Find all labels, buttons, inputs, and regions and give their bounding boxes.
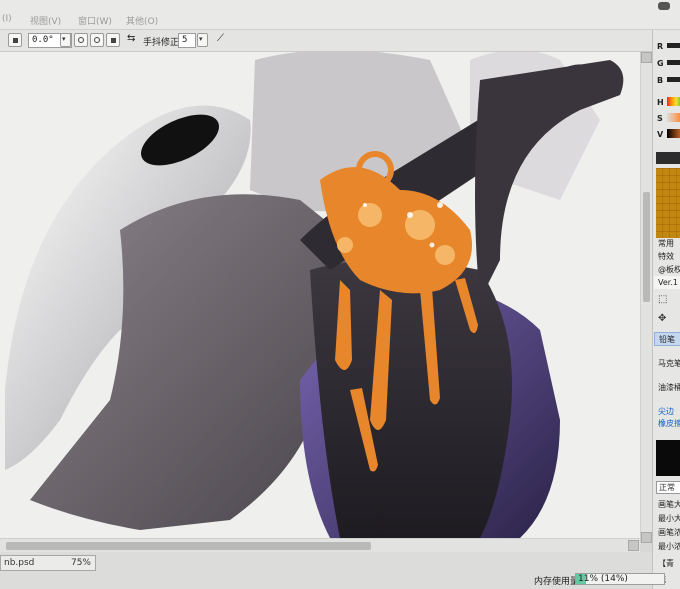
document-filename: nb.psd <box>4 558 35 568</box>
stabilizer-label: 手抖修正 <box>143 38 180 48</box>
slider-label-b: B <box>657 76 664 85</box>
memory-usage-label: 内存使用量 <box>534 577 580 587</box>
stabilizer-input[interactable]: 5 <box>178 33 196 48</box>
red-slider[interactable] <box>667 43 680 48</box>
brush-size-label: 画笔大小 <box>658 500 680 509</box>
menu-item-partial[interactable]: (I) <box>2 14 12 24</box>
tool-options-bar: 0.0° ▾ ⇆ 手抖修正 5 ▾ ⟋ <box>0 30 652 52</box>
memory-usage-bar: 11% (14%) <box>575 573 665 585</box>
document-zoom: 75% <box>70 558 91 568</box>
blue-slider[interactable] <box>667 77 680 82</box>
tool-pencil[interactable]: 铅笔 <box>654 332 680 346</box>
slider-label-s: S <box>657 114 663 123</box>
angle-dropdown-button[interactable]: ▾ <box>60 33 71 47</box>
scroll-down-arrow-icon[interactable] <box>641 532 652 543</box>
slider-label-g: G <box>657 59 664 68</box>
stabilizer-dropdown-button[interactable]: ▾ <box>197 33 208 47</box>
menu-item-window[interactable]: 窗口(W) <box>78 14 112 27</box>
palette-tab-copyright[interactable]: @板权 <box>654 263 680 276</box>
green-slider[interactable] <box>667 60 680 65</box>
color-palette-grid[interactable] <box>656 168 680 238</box>
slider-label-h: H <box>657 98 664 107</box>
horizontal-scroll-thumb[interactable] <box>6 542 371 550</box>
square-option-button[interactable] <box>106 33 120 47</box>
menu-bar: (I) 视图(V) 窗口(W) 其他(O) <box>0 0 680 30</box>
saturation-slider[interactable] <box>667 113 680 122</box>
tool-marker[interactable]: 马克笔 <box>654 357 680 371</box>
shape-square-button[interactable] <box>8 33 22 47</box>
line-tool-icon[interactable]: ⟋ <box>217 33 224 44</box>
select-rect-icon[interactable]: ⬚ <box>658 294 667 305</box>
circle-option-1-button[interactable] <box>74 33 88 47</box>
palette-tab-version[interactable]: Ver.1 <box>654 276 680 289</box>
tool-eraser[interactable]: 橡皮擦 <box>654 417 680 431</box>
palette-tab-common[interactable]: 常用 <box>654 237 680 250</box>
right-side-panel: R G B H S V 常用 特效 @板权 Ver.1 ⬚ ✥ 铅笔 马克笔 油… <box>652 30 680 589</box>
palette-tab-effects[interactable]: 特效 <box>654 250 680 263</box>
move-tool-icon[interactable]: ✥ <box>658 313 666 324</box>
vertical-scrollbar[interactable] <box>640 52 652 543</box>
drawing-canvas[interactable] <box>0 52 640 538</box>
brush-density-label: 画笔浓度 <box>658 528 680 537</box>
scroll-right-arrow-icon[interactable] <box>628 540 639 551</box>
brush-category-label[interactable]: 【青 <box>654 557 680 571</box>
window-control-icon[interactable] <box>658 2 670 10</box>
swap-arrows-icon[interactable]: ⇆ <box>127 33 135 44</box>
document-tab[interactable]: nb.psd 75% <box>0 555 96 571</box>
min-density-label: 最小浓度 <box>658 542 680 551</box>
slider-label-v: V <box>657 130 664 139</box>
scroll-up-arrow-icon[interactable] <box>641 52 652 63</box>
memory-usage-value: 11% (14%) <box>578 574 628 584</box>
menu-item-view[interactable]: 视图(V) <box>30 14 61 27</box>
artwork-image <box>5 52 624 538</box>
status-bar: nb.psd 75% 内存使用量 11% (14%) <box>0 552 665 589</box>
blend-mode-select[interactable]: 正常 <box>656 481 680 494</box>
vertical-scroll-thumb[interactable] <box>643 192 650 302</box>
color-swatch-row[interactable] <box>656 152 680 164</box>
circle-option-2-button[interactable] <box>90 33 104 47</box>
min-size-label: 最小大小 <box>658 514 680 523</box>
value-slider[interactable] <box>667 129 680 138</box>
menu-item-other[interactable]: 其他(O) <box>126 14 158 27</box>
slider-label-r: R <box>657 42 664 51</box>
hue-slider[interactable] <box>667 97 680 106</box>
current-color-preview[interactable] <box>656 440 680 476</box>
tool-paint-bucket[interactable]: 油漆桶 <box>654 381 680 395</box>
horizontal-scrollbar[interactable] <box>0 538 640 552</box>
